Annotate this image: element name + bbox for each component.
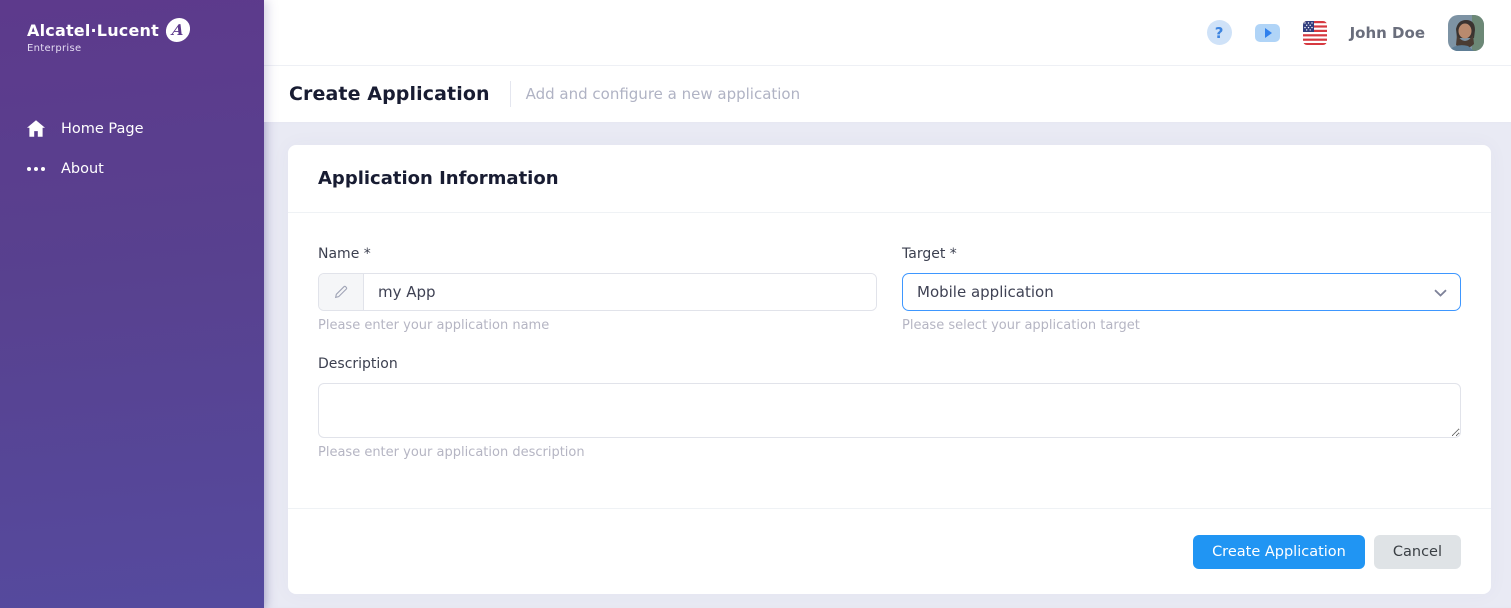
name-label: Name * (318, 246, 877, 262)
help-icon[interactable]: ? (1207, 20, 1232, 45)
name-input-group (318, 273, 877, 311)
content-area: Application Information Name * (264, 122, 1511, 608)
target-field-group: Target * Mobile application Please selec… (902, 246, 1461, 333)
card-footer: Create Application Cancel (288, 508, 1491, 594)
cancel-button[interactable]: Cancel (1374, 535, 1461, 569)
main-region: ? John Doe (264, 0, 1511, 608)
description-textarea[interactable] (318, 383, 1461, 438)
brand-name: Alcatel·Lucent (27, 21, 159, 40)
description-label: Description (318, 356, 1461, 372)
sidebar: Alcatel·Lucent A Enterprise Home Page Ab… (0, 0, 264, 608)
brand-logo[interactable]: Alcatel·Lucent A Enterprise (0, 0, 264, 54)
us-flag-icon[interactable] (1303, 21, 1327, 45)
name-field-group: Name * Please enter your application nam… (318, 246, 877, 333)
description-field-group: Description Please enter your applicatio… (318, 356, 1461, 460)
target-label: Target * (902, 246, 1461, 262)
user-avatar[interactable] (1448, 15, 1484, 51)
page-title-bar: Create Application Add and configure a n… (264, 66, 1511, 122)
create-application-button[interactable]: Create Application (1193, 535, 1365, 569)
top-header: ? John Doe (264, 0, 1511, 66)
sidebar-item-about[interactable]: About (0, 149, 264, 189)
alcatel-lucent-logo-icon: A (165, 18, 192, 42)
video-play-icon[interactable] (1255, 24, 1280, 42)
target-helper-text: Please select your application target (902, 318, 1461, 333)
home-icon (27, 120, 45, 137)
card-body: Name * Please enter your application nam… (288, 213, 1491, 508)
application-information-card: Application Information Name * (288, 145, 1491, 594)
page-subtitle: Add and configure a new application (526, 85, 801, 103)
target-select[interactable]: Mobile application (902, 273, 1461, 311)
ellipsis-icon (27, 167, 45, 171)
description-helper-text: Please enter your application descriptio… (318, 445, 1461, 460)
page-title: Create Application (289, 83, 490, 105)
brand-subtitle: Enterprise (27, 43, 264, 54)
name-helper-text: Please enter your application name (318, 318, 877, 333)
user-name[interactable]: John Doe (1350, 24, 1425, 42)
sidebar-item-label: Home Page (61, 121, 144, 137)
card-title: Application Information (318, 168, 559, 189)
title-divider (510, 81, 511, 107)
sidebar-nav: Home Page About (0, 108, 264, 189)
name-input[interactable] (364, 274, 876, 310)
sidebar-item-label: About (61, 161, 104, 177)
sidebar-item-home-page[interactable]: Home Page (0, 108, 264, 149)
chevron-down-icon (1434, 283, 1447, 301)
card-header: Application Information (288, 145, 1491, 213)
pencil-icon (319, 274, 364, 310)
target-select-value: Mobile application (917, 283, 1054, 301)
